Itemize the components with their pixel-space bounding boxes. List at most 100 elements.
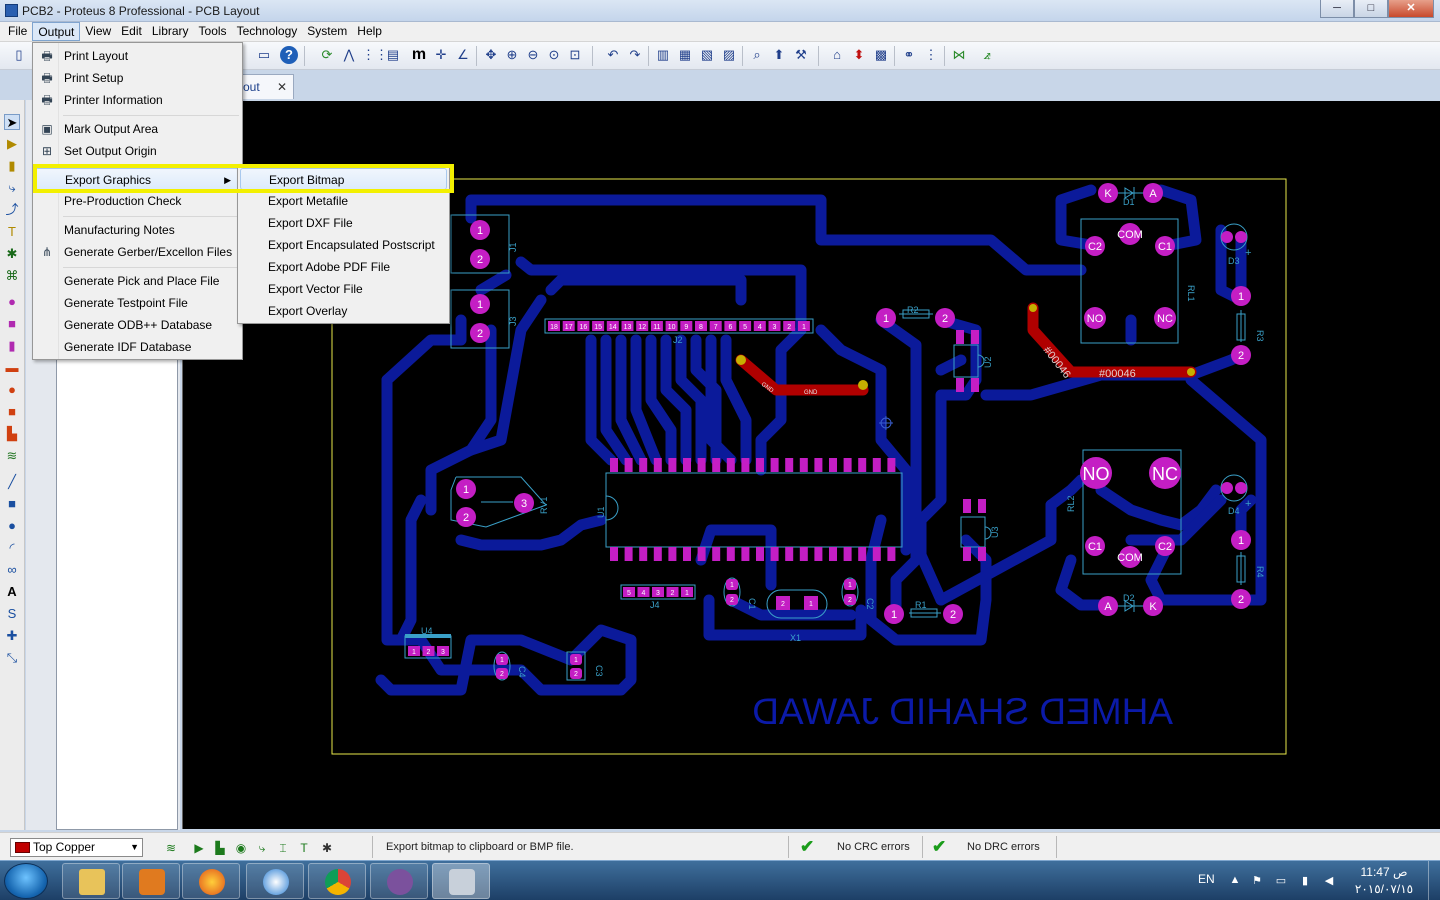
tray-expand-icon[interactable]: ▲	[1228, 874, 1242, 888]
paste-icon[interactable]: ▧	[698, 46, 716, 64]
menu-system[interactable]: System	[302, 22, 352, 41]
zone-icon[interactable]: T	[4, 224, 20, 240]
menu-print-layout[interactable]: 🖶 Print Layout	[35, 45, 240, 67]
track-mode-icon[interactable]: ▶	[190, 839, 208, 857]
autoroute-icon[interactable]: ⌂	[828, 46, 846, 64]
connectivity-icon[interactable]: ⌘	[4, 268, 20, 284]
maximize-button[interactable]: □	[1354, 0, 1388, 18]
viber-taskbar-button[interactable]	[370, 863, 428, 899]
proteus-taskbar-button[interactable]	[432, 863, 490, 899]
menu-file[interactable]: File	[3, 22, 32, 41]
menu-generate-idf[interactable]: Generate IDF Database	[35, 336, 240, 358]
angle-icon[interactable]: ∠	[454, 46, 472, 64]
annotate-icon[interactable]: ⋮	[922, 46, 940, 64]
search-icon[interactable]: ⌕	[748, 46, 766, 64]
minimize-button[interactable]: ─	[1320, 0, 1354, 18]
select-icon[interactable]: ➤	[4, 114, 20, 130]
route-mode-icon[interactable]: ⤷	[253, 839, 271, 857]
menu-edit[interactable]: Edit	[116, 22, 147, 41]
ratsnest-icon[interactable]: ✱	[4, 246, 20, 262]
package-mode-icon[interactable]: ▮	[4, 158, 20, 174]
media-player-taskbar-button[interactable]	[122, 863, 180, 899]
delete-icon[interactable]: ▨	[720, 46, 738, 64]
edge-pad-icon[interactable]: ▬	[4, 360, 20, 376]
autoplace-icon[interactable]: ⬍	[850, 46, 868, 64]
via-mode-icon[interactable]: ◉	[232, 839, 250, 857]
submenu-export-metafile[interactable]: Export Metafile	[240, 190, 447, 212]
zoom-out-icon[interactable]: ⊖	[524, 46, 542, 64]
binoculars-icon[interactable]: ⚭	[900, 46, 918, 64]
padstack-icon[interactable]: ▙	[4, 426, 20, 442]
app-taskbar-button[interactable]	[246, 863, 304, 899]
origin-icon[interactable]: ✛	[432, 46, 450, 64]
polygon-pad-icon[interactable]: ■	[4, 404, 20, 420]
cut-icon[interactable]: ▥	[654, 46, 672, 64]
flip-icon[interactable]: ⋀	[340, 46, 358, 64]
menu-generate-pick-place[interactable]: Generate Pick and Place File	[35, 270, 240, 292]
action-center-icon[interactable]: ⚑	[1250, 874, 1264, 888]
square-pad-icon[interactable]: ■	[4, 316, 20, 332]
copy-icon[interactable]: ▦	[676, 46, 694, 64]
symbol-icon[interactable]: S	[4, 606, 20, 622]
submenu-export-overlay[interactable]: Export Overlay	[240, 300, 447, 322]
text-mode-icon[interactable]: T	[295, 839, 313, 857]
menu-mark-output-area[interactable]: ▣ Mark Output Area	[35, 118, 240, 140]
new-file-icon[interactable]: ▯	[10, 46, 28, 64]
menu-tools[interactable]: Tools	[194, 22, 232, 41]
menu-print-setup[interactable]: 🖶 Print Setup	[35, 67, 240, 89]
netlist-icon[interactable]: ⋈	[950, 46, 968, 64]
firefox-taskbar-button[interactable]	[182, 863, 240, 899]
graph-icon[interactable]: ⦨	[978, 46, 996, 64]
marker-icon[interactable]: ✚	[4, 628, 20, 644]
close-window-button[interactable]: ✕	[1388, 0, 1434, 18]
object-selector-list[interactable]	[56, 320, 178, 830]
start-button[interactable]	[4, 863, 48, 899]
box-icon[interactable]: ■	[4, 496, 20, 512]
zoom-in-icon[interactable]: ⊕	[503, 46, 521, 64]
circle-icon[interactable]: ●	[4, 518, 20, 534]
menu-generate-gerber[interactable]: ⋔ Generate Gerber/Excellon Files	[35, 241, 240, 263]
pad-mode-icon[interactable]: ▙	[211, 839, 229, 857]
track-icon[interactable]: ⤷	[4, 180, 20, 196]
text-icon[interactable]: A	[4, 584, 20, 600]
layer-selector[interactable]: Top Copper ▼	[10, 838, 143, 857]
submenu-export-pdf[interactable]: Export Adobe PDF File	[240, 256, 447, 278]
input-language[interactable]: EN	[1198, 872, 1215, 886]
round-pad-icon[interactable]: ●	[4, 294, 20, 310]
layer-icon[interactable]: ▭	[255, 46, 273, 64]
menu-pre-production-check[interactable]: Pre-Production Check	[35, 190, 240, 212]
tab-close-icon[interactable]: ✕	[277, 80, 287, 94]
volume-icon[interactable]: ◀	[1322, 874, 1336, 888]
redo-icon[interactable]: ↷	[626, 46, 644, 64]
menu-manufacturing-notes[interactable]: Manufacturing Notes	[35, 219, 240, 241]
pan-icon[interactable]: ✥	[482, 46, 500, 64]
package-icon[interactable]: ⬆	[770, 46, 788, 64]
tool-icon[interactable]: ⚒	[792, 46, 810, 64]
zone-mode-icon[interactable]: ⌶	[274, 839, 292, 857]
chrome-taskbar-button[interactable]	[308, 863, 366, 899]
tab-pcb-layout[interactable]: out ✕	[236, 74, 294, 99]
zoom-area-icon[interactable]: ⊡	[566, 46, 584, 64]
menu-library[interactable]: Library	[147, 22, 194, 41]
menu-set-output-origin[interactable]: ⊞ Set Output Origin	[35, 140, 240, 162]
show-desktop-button[interactable]	[1428, 861, 1440, 900]
menu-generate-testpoint[interactable]: Generate Testpoint File	[35, 292, 240, 314]
layers-icon[interactable]: ▤	[384, 46, 402, 64]
clock-time[interactable]: 11:47 ص	[1352, 865, 1416, 879]
submenu-export-dxf[interactable]: Export DXF File	[240, 212, 447, 234]
menu-help[interactable]: Help	[352, 22, 387, 41]
menu-output[interactable]: Output	[32, 22, 81, 41]
menu-printer-information[interactable]: 🖶 Printer Information	[35, 89, 240, 111]
via-icon[interactable]: ⤴	[4, 202, 20, 218]
menu-technology[interactable]: Technology	[232, 22, 303, 41]
submenu-export-eps[interactable]: Export Encapsulated Postscript	[240, 234, 447, 256]
help-icon[interactable]: ?	[280, 46, 298, 64]
arc-icon[interactable]: ◜	[4, 540, 20, 556]
smt-pad-icon[interactable]: ●	[4, 382, 20, 398]
dimension-icon[interactable]: ⤡	[4, 650, 20, 666]
submenu-export-vector[interactable]: Export Vector File	[240, 278, 447, 300]
layers-stack-icon[interactable]: ≋	[4, 448, 20, 464]
menu-generate-odb[interactable]: Generate ODB++ Database	[35, 314, 240, 336]
path-icon[interactable]: ∞	[4, 562, 20, 578]
grid-icon[interactable]: ⋮⋮	[362, 46, 388, 64]
